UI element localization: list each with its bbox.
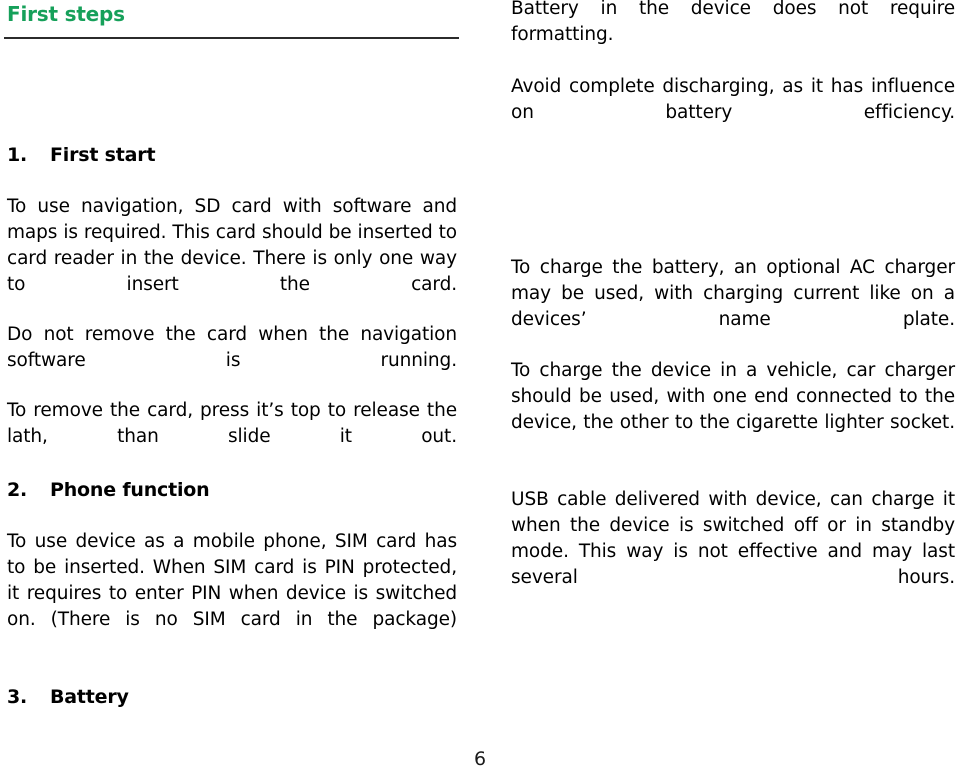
section-title: First start bbox=[50, 144, 156, 166]
paragraph-avoid-discharging: Avoid complete discharging, as it has in… bbox=[511, 76, 955, 123]
page-title: First steps bbox=[7, 2, 125, 26]
paragraph-remove-card: To remove the card, press it’s top to re… bbox=[7, 400, 457, 447]
paragraph-sim-card: To use device as a mobile phone, SIM car… bbox=[7, 531, 457, 630]
document-header: First steps bbox=[4, 0, 459, 42]
paragraph-battery-formatting: Battery in the device does not require f… bbox=[511, 0, 955, 45]
section-number: 3. bbox=[7, 686, 28, 708]
section-number: 1. bbox=[7, 144, 28, 166]
paragraph-ac-charger: To charge the battery, an optional AC ch… bbox=[511, 257, 955, 330]
paragraph-sd-card: To use navigation, SD card with software… bbox=[7, 196, 457, 295]
section-title: Phone function bbox=[50, 479, 210, 501]
section-heading-first-start: 1. First start bbox=[7, 142, 156, 168]
document-page: First steps 1. First start To use navigat… bbox=[0, 0, 960, 775]
section-heading-phone-function: 2. Phone function bbox=[7, 477, 210, 503]
section-heading-battery: 3. Battery bbox=[7, 684, 129, 710]
paragraph-do-not-remove-card: Do not remove the card when the navigati… bbox=[7, 324, 457, 371]
paragraph-usb-cable: USB cable delivered with device, can cha… bbox=[511, 489, 955, 588]
section-title: Battery bbox=[50, 686, 129, 708]
page-number: 6 bbox=[473, 748, 487, 770]
header-divider bbox=[4, 37, 459, 39]
paragraph-car-charger: To charge the device in a vehicle, car c… bbox=[511, 360, 955, 433]
section-number: 2. bbox=[7, 479, 28, 501]
